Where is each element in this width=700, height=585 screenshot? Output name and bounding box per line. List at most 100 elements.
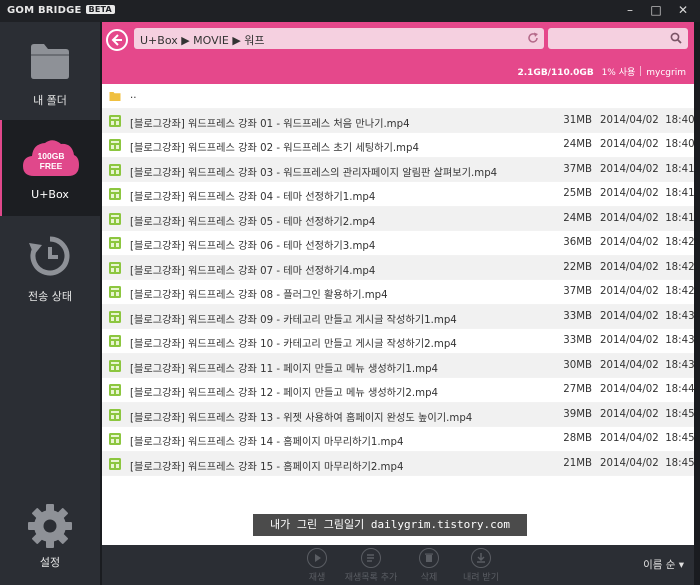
- file-size: 39MB: [563, 408, 592, 420]
- minimize-button[interactable]: –: [618, 1, 642, 19]
- separator: [640, 66, 642, 76]
- sidebar-item-settings[interactable]: 설정: [0, 498, 100, 578]
- file-row[interactable]: [블로그강좌] 워드프레스 강좌 08 - 플러그인 활용하기.mp4 37MB 2…: [102, 280, 695, 305]
- file-date-time: 18:45: [665, 457, 695, 469]
- file-date-time: 18:41: [665, 163, 695, 175]
- delete-label: 삭제: [420, 573, 438, 583]
- file-name: [블로그강좌] 워드프레스 강좌 09 - 카테고리 만들고 게시글 작성하기1…: [130, 314, 457, 326]
- storage-percent: 1% 사용: [601, 68, 636, 78]
- file-date: 2014/04/02 18:40: [600, 115, 695, 126]
- back-button[interactable]: [106, 29, 128, 51]
- sort-dropdown[interactable]: 이름 순 ▾: [643, 557, 684, 572]
- file-name: [블로그강좌] 워드프레스 강좌 07 - 테마 선정하기4.mp4: [130, 265, 376, 277]
- download-label: 내려 받기: [463, 573, 499, 583]
- file-row[interactable]: [블로그강좌] 워드프레스 강좌 11 - 페이지 만들고 메뉴 생성하기1.m…: [102, 353, 695, 378]
- file-size: 33MB: [563, 310, 592, 322]
- file-size: 28MB: [563, 433, 592, 444]
- file-date: 2014/04/02 18:42: [600, 237, 695, 248]
- file-name: [블로그강좌] 워드프레스 강좌 11 - 페이지 만들고 메뉴 생성하기1.m…: [130, 363, 439, 375]
- file-name: [블로그강좌] 워드프레스 강좌 14 - 홈페이지 마무리하기1.mp4: [130, 437, 404, 448]
- download-button[interactable]: 내려 받기: [446, 547, 516, 583]
- file-row[interactable]: [블로그강좌] 워드프레스 강좌 03 - 워드프레스의 관리자페이지 알림판 …: [102, 157, 695, 182]
- search-input[interactable]: [548, 28, 688, 49]
- file-size: 33MB: [563, 335, 592, 346]
- video-file-icon: [109, 261, 121, 274]
- file-date-day: 2014/04/02: [600, 335, 659, 346]
- file-row[interactable]: [블로그강좌] 워드프레스 강좌 06 - 테마 선정하기3.mp4 36MB 20…: [102, 231, 695, 256]
- file-date-day: 2014/04/02: [600, 237, 659, 248]
- file-date-time: 18:43: [665, 335, 695, 346]
- file-name: [블로그강좌] 워드프레스 강좌 01 - 워드프레스 처음 만나기.mp4: [130, 118, 410, 130]
- file-row[interactable]: [블로그강좌] 워드프레스 강좌 10 - 카테고리 만들고 게시글 작성하기2…: [102, 329, 695, 354]
- video-file-icon: [109, 408, 121, 421]
- file-row[interactable]: [블로그강좌] 워드프레스 강좌 07 - 테마 선정하기4.mp4 22MB 20…: [102, 255, 695, 280]
- file-date: 2014/04/02 18:43: [600, 311, 695, 322]
- file-name: [블로그강좌] 워드프레스 강좌 05 - 테마 선정하기2.mp4: [130, 216, 376, 228]
- file-date-time: 18:43: [665, 310, 695, 322]
- file-date: 2014/04/02 18:42: [600, 286, 695, 297]
- refresh-icon[interactable]: [527, 32, 539, 44]
- video-file-icon: [109, 286, 121, 298]
- file-date-day: 2014/04/02: [600, 212, 659, 224]
- search-icon[interactable]: [670, 32, 682, 44]
- file-row[interactable]: [블로그강좌] 워드프레스 강좌 01 - 워드프레스 처음 만나기.mp4 31…: [102, 108, 695, 133]
- file-name: [블로그강좌] 워드프레스 강좌 03 - 워드프레스의 관리자페이지 알림판 …: [130, 167, 498, 179]
- file-row[interactable]: [블로그강좌] 워드프레스 강좌 13 - 위젯 사용하여 홈페이지 완성도 높…: [102, 402, 695, 427]
- file-row[interactable]: [블로그강좌] 워드프레스 강좌 12 - 페이지 만들고 메뉴 생성하기2.m…: [102, 378, 695, 403]
- file-size: 25MB: [563, 188, 592, 199]
- file-date-time: 18:45: [665, 433, 695, 444]
- file-date-day: 2014/04/02: [600, 457, 659, 469]
- file-date-day: 2014/04/02: [600, 139, 659, 150]
- address-path: U+Box ▶ MOVIE ▶ 워프: [140, 34, 265, 47]
- file-row[interactable]: [블로그강좌] 워드프레스 강좌 05 - 테마 선정하기2.mp4 24MB 20…: [102, 206, 695, 231]
- file-name: [블로그강좌] 워드프레스 강좌 04 - 테마 선정하기1.mp4: [130, 192, 376, 203]
- file-date: 2014/04/02 18:45: [600, 433, 695, 444]
- file-size: 31MB: [563, 114, 592, 126]
- file-row[interactable]: [블로그강좌] 워드프레스 강좌 09 - 카테고리 만들고 게시글 작성하기1…: [102, 304, 695, 329]
- address-bar[interactable]: U+Box ▶ MOVIE ▶ 워프: [134, 28, 544, 49]
- sidebar-item-uplus-box[interactable]: 100GB FREE U+Box: [0, 120, 100, 216]
- file-row[interactable]: [블로그강좌] 워드프레스 강좌 15 - 홈페이지 마무리하기2.mp4 21M…: [102, 451, 695, 476]
- file-date-time: 18:43: [665, 359, 695, 371]
- file-row[interactable]: [블로그강좌] 워드프레스 강좌 02 - 워드프레스 초기 세팅하기.mp4 2…: [102, 133, 695, 158]
- file-date: 2014/04/02 18:44: [600, 384, 695, 395]
- download-icon: [471, 548, 491, 568]
- file-date-day: 2014/04/02: [600, 163, 659, 175]
- folder-icon: [109, 92, 121, 101]
- file-date-time: 18:40: [665, 114, 695, 126]
- file-date: 2014/04/02 18:42: [600, 262, 695, 273]
- folder-icon: [31, 44, 69, 79]
- file-date: 2014/04/02 18:43: [600, 335, 695, 346]
- file-date-time: 18:40: [665, 139, 695, 150]
- sidebar: 내 폴더 100GB FREE U+Box 전송 상태 설정: [0, 22, 100, 585]
- file-date-time: 18:42: [665, 286, 695, 297]
- app-name: GOM BRIDGE: [7, 5, 82, 16]
- file-date: 2014/04/02 18:45: [600, 458, 695, 469]
- file-date-day: 2014/04/02: [600, 286, 659, 297]
- watermark: 내가 그린 그림일기 dailygrim.tistory.com: [253, 514, 527, 536]
- close-button[interactable]: ✕: [671, 1, 695, 19]
- maximize-button[interactable]: □: [644, 1, 668, 19]
- parent-folder-label: ..: [130, 90, 137, 101]
- file-date: 2014/04/02 18:45: [600, 409, 695, 420]
- file-row[interactable]: [블로그강좌] 워드프레스 강좌 04 - 테마 선정하기1.mp4 25MB 20…: [102, 182, 695, 207]
- file-date-time: 18:44: [665, 384, 695, 395]
- file-name: [블로그강좌] 워드프레스 강좌 15 - 홈페이지 마무리하기2.mp4: [130, 461, 404, 473]
- sidebar-item-my-folder[interactable]: 내 폴더: [0, 22, 100, 118]
- file-name: [블로그강좌] 워드프레스 강좌 12 - 페이지 만들고 메뉴 생성하기2.m…: [130, 388, 439, 399]
- cloud-badge-line1: 100GB: [38, 151, 65, 161]
- parent-folder-row[interactable]: ..: [102, 84, 694, 109]
- storage-usage: 2.1GB/110.0GB: [517, 68, 594, 78]
- video-file-icon: [109, 163, 121, 176]
- main-panel: U+Box ▶ MOVIE ▶ 워프 2.1GB/110.0GB 1% 사용 my…: [102, 22, 695, 585]
- file-date: 2014/04/02 18:41: [600, 188, 695, 199]
- video-file-icon: [109, 188, 121, 200]
- file-date-time: 18:42: [665, 237, 695, 248]
- file-row[interactable]: [블로그강좌] 워드프레스 강좌 14 - 홈페이지 마무리하기1.mp4 28M…: [102, 427, 695, 452]
- storage-info: 2.1GB/110.0GB 1% 사용 mycgrim: [517, 65, 686, 78]
- file-date-day: 2014/04/02: [600, 384, 659, 395]
- user-name: mycgrim: [646, 68, 686, 78]
- file-date: 2014/04/02 18:43: [600, 360, 695, 371]
- sidebar-item-label: U+Box: [31, 188, 69, 201]
- sidebar-item-transfer-status[interactable]: 전송 상태: [0, 218, 100, 314]
